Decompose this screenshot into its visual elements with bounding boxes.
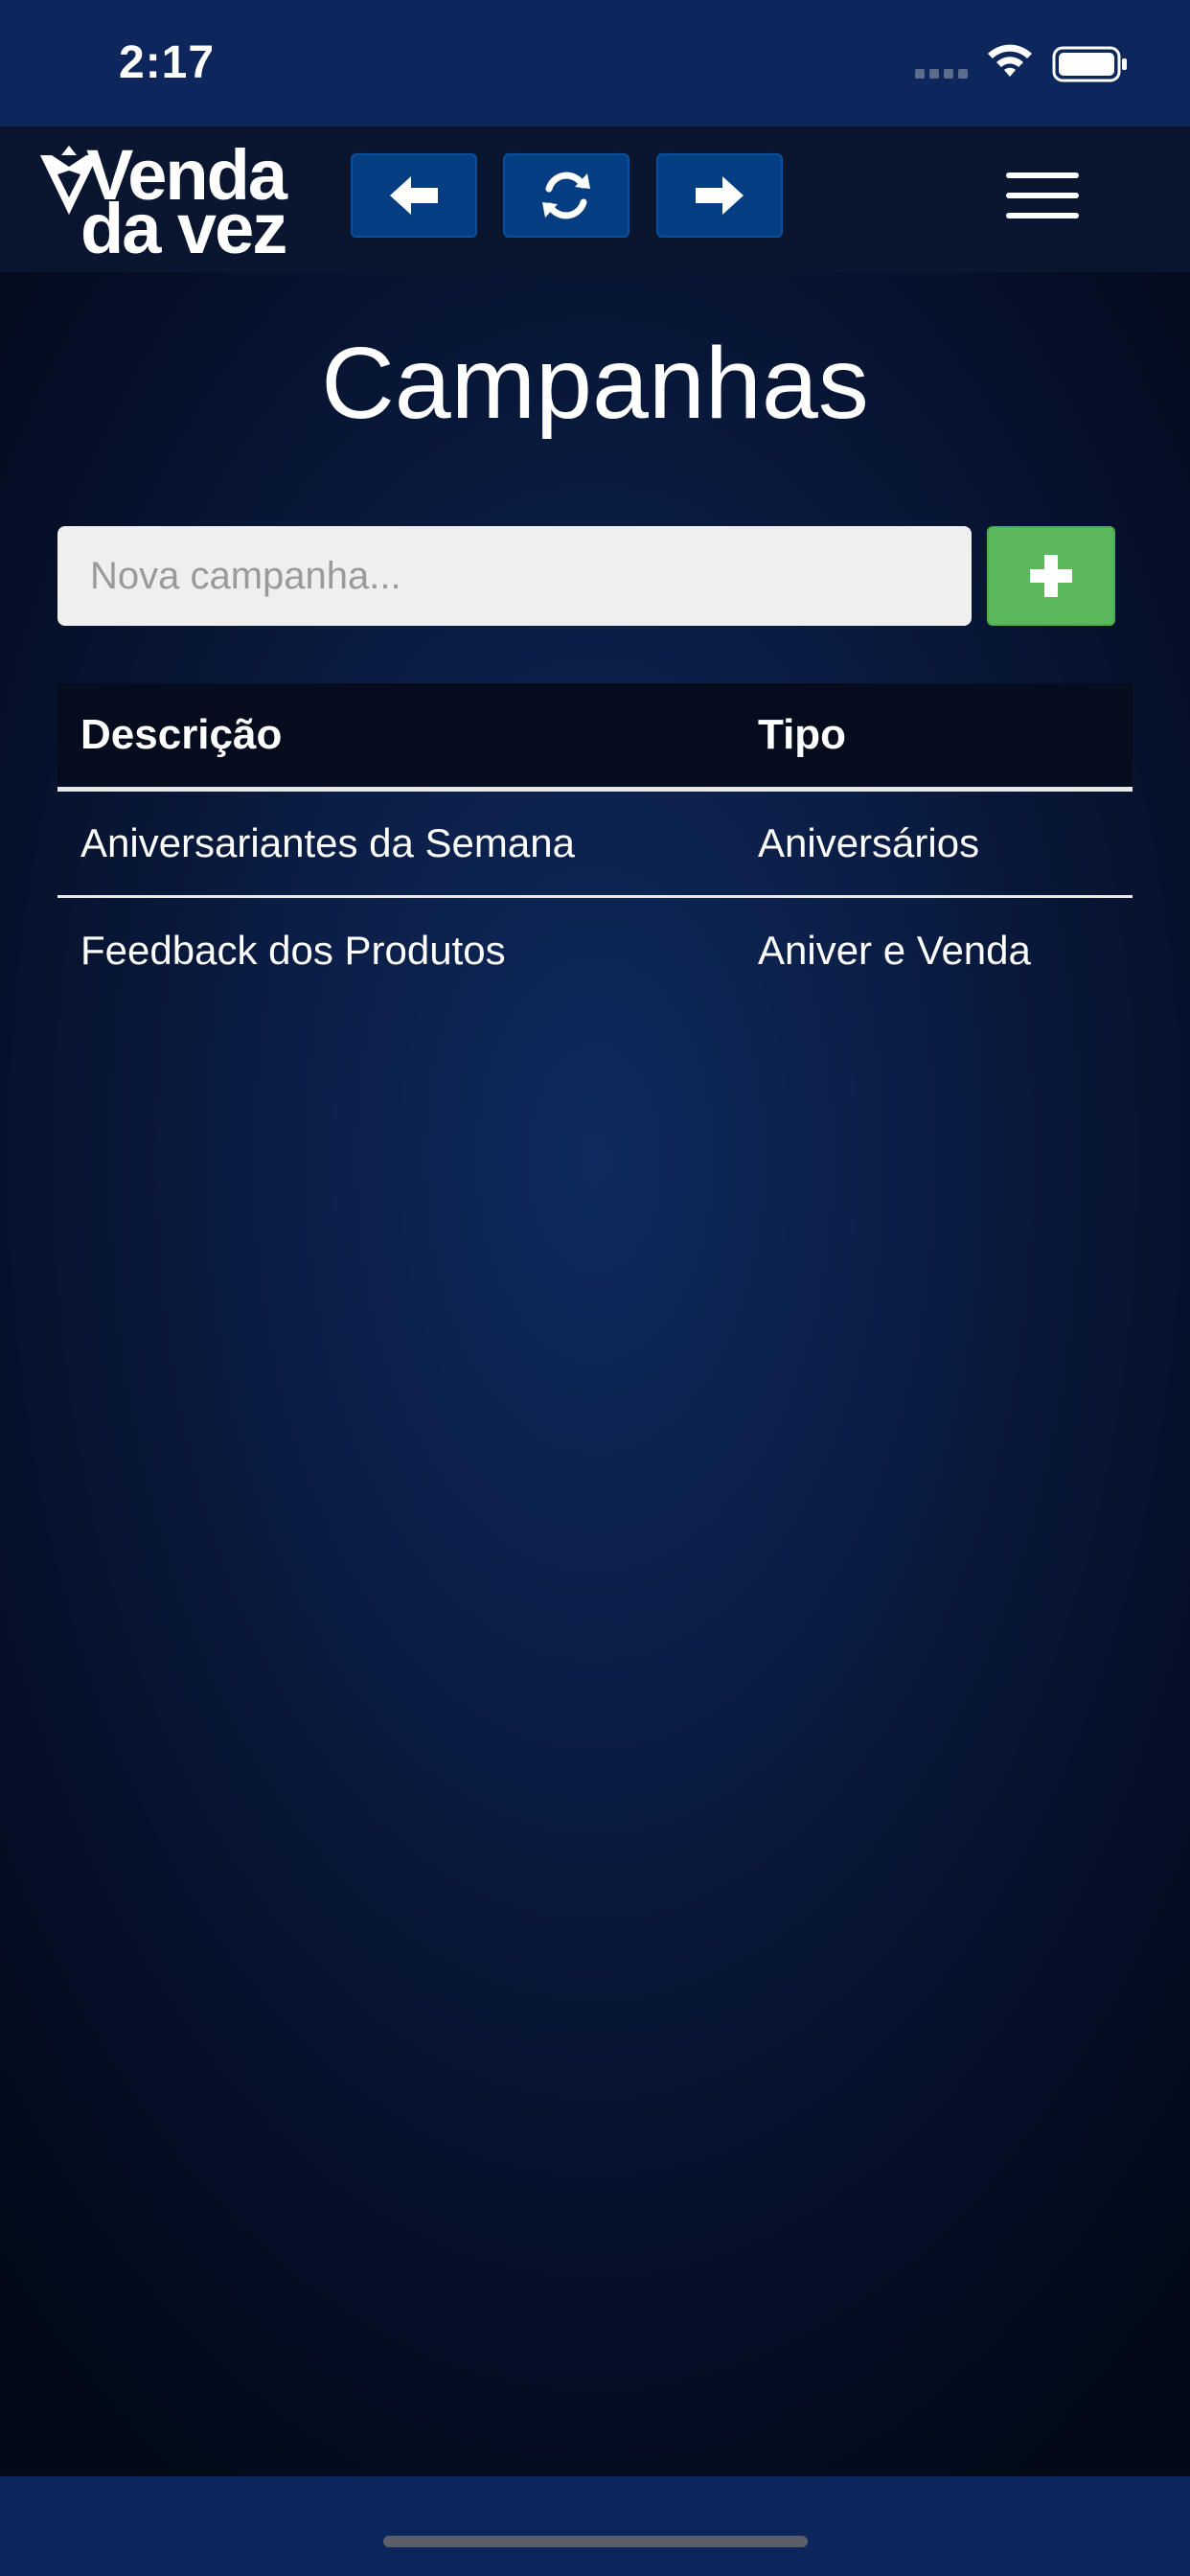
page-title: Campanhas — [321, 327, 869, 440]
refresh-icon — [542, 172, 590, 219]
hamburger-menu-icon[interactable] — [1006, 172, 1079, 218]
logo-text-line2: da vez — [80, 189, 287, 268]
forward-button[interactable] — [656, 153, 783, 238]
table-header-row: Descrição Tipo — [57, 683, 1133, 792]
refresh-button[interactable] — [503, 153, 629, 238]
cellular-signal-icon — [915, 69, 968, 79]
bottom-bar — [0, 2476, 1190, 2576]
back-button[interactable] — [351, 153, 477, 238]
battery-icon — [1052, 46, 1127, 82]
campaign-description: Aniversariantes da Semana — [57, 789, 735, 898]
add-campaign-button[interactable] — [987, 526, 1115, 626]
status-time: 2:17 — [119, 37, 216, 88]
venda-da-vez-logo[interactable]: Venda da vez — [38, 140, 307, 264]
column-header-description[interactable]: Descrição — [57, 683, 735, 792]
arrow-left-icon — [390, 176, 438, 215]
campaign-type: Aniver e Venda — [758, 927, 1031, 973]
table-row[interactable]: Aniversariantes da Semana Aniversários — [57, 789, 1133, 898]
plus-icon — [1030, 555, 1072, 597]
table-row[interactable]: Feedback dos Produtos Aniver e Venda — [57, 896, 1133, 1003]
new-campaign-input[interactable] — [57, 526, 972, 626]
campaigns-table: Descrição Tipo Aniversariantes da Semana… — [57, 683, 1133, 1003]
app-navbar: Venda da vez — [0, 126, 1190, 272]
home-indicator[interactable] — [383, 2536, 808, 2547]
wifi-icon — [988, 44, 1032, 77]
campaign-type: Aniversários — [735, 789, 1133, 898]
arrow-right-icon — [696, 176, 744, 215]
campaign-description: Feedback dos Produtos — [80, 927, 506, 973]
status-bar: 2:17 — [0, 0, 1190, 126]
column-header-type[interactable]: Tipo — [735, 683, 1133, 792]
